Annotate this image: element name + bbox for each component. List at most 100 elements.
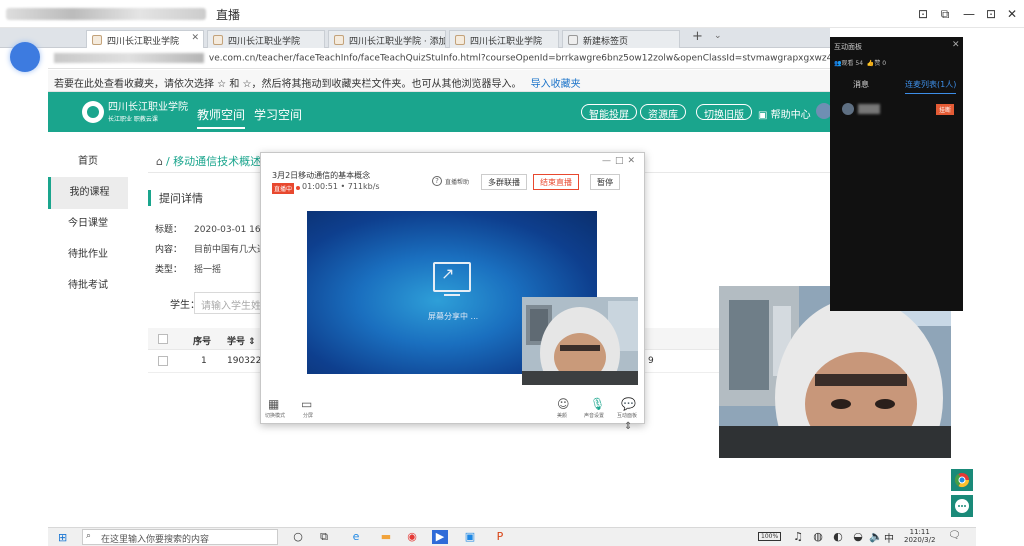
live-title: 3月2日移动通信的基本概念	[272, 171, 371, 180]
speaker-icon[interactable]: 🔈	[868, 530, 884, 544]
desktop-stage: 直播 ⊡ ⧉ — ⊡ ✕ 四川长江职业学院 ✕ 四川长江职业学院 四川长江职业学…	[0, 0, 1024, 546]
split-screen-label[interactable]: 分屏	[303, 412, 313, 419]
minimize-icon[interactable]: —	[602, 156, 615, 166]
import-favorites-link[interactable]: 导入收藏夹	[531, 79, 581, 90]
home-icon[interactable]: ⌂	[156, 155, 163, 168]
restore-window-icon[interactable]: ⧉	[936, 5, 954, 23]
windows-start-icon[interactable]: ⊞	[58, 531, 67, 544]
smart-cast-button[interactable]: 智能投屏	[581, 104, 637, 121]
recording-dot-icon	[296, 186, 300, 190]
drag-handle-icon[interactable]: ⇕	[624, 421, 632, 432]
close-icon[interactable]: ✕	[1003, 5, 1021, 23]
smile-icon[interactable]: ☺	[557, 397, 570, 411]
address-bar[interactable]: ve.com.cn/teacher/faceTeachInfo/faceTeac…	[48, 48, 830, 69]
chat-widget[interactable]	[951, 495, 973, 517]
multi-group-broadcast-button[interactable]: 多群联播	[481, 174, 527, 190]
select-all-checkbox[interactable]	[158, 334, 168, 344]
sidebar-item-my-courses[interactable]: 我的课程	[48, 177, 128, 209]
logo-line-2: 长江职业 职教云课	[108, 116, 158, 123]
battery-indicator[interactable]: 100%	[758, 532, 782, 541]
tray-icons[interactable]: ♫	[790, 530, 806, 544]
screen-share-status: 屏幕分享中 ...	[428, 312, 479, 321]
chat-icon[interactable]: 💬	[621, 397, 636, 411]
maximize-icon[interactable]: □	[615, 156, 628, 166]
tab-messages[interactable]: 消息	[853, 79, 869, 90]
volume-icon[interactable]: ◐	[830, 530, 846, 544]
avatar	[842, 103, 854, 115]
switch-old-version-button[interactable]: 切换旧版	[696, 104, 752, 121]
mic-icon[interactable]: 🎙	[590, 397, 605, 411]
help-center-link[interactable]: ▣ 帮助中心	[758, 106, 811, 121]
breadcrumb-path[interactable]: / 移动通信技术概述及	[166, 155, 272, 168]
live-app-icon[interactable]: ▶	[432, 530, 448, 544]
close-icon[interactable]: ✕	[628, 156, 640, 166]
maximize-icon[interactable]: ⊡	[982, 5, 1000, 23]
chrome-taskbar-icon[interactable]: ◉	[404, 530, 420, 544]
browser-tab[interactable]: 四川长江职业学院 · 添加到	[328, 30, 446, 48]
dialog-window-controls[interactable]: —□✕	[602, 156, 639, 166]
browser-tab[interactable]: 新建标签页	[562, 30, 680, 48]
sound-settings-label[interactable]: 声音设置	[584, 412, 604, 419]
sidebar-item-home[interactable]: 首页	[48, 146, 128, 178]
minimize-icon[interactable]: —	[960, 5, 978, 23]
tab-label: 四川长江职业学院 · 添加到	[349, 37, 446, 47]
row-checkbox[interactable]	[158, 356, 168, 366]
hang-up-button[interactable]: 挂断	[936, 104, 955, 115]
file-explorer-icon[interactable]: ▬	[378, 530, 394, 544]
live-timer: 01:00:51 • 711kb/s	[302, 182, 380, 191]
help-icon[interactable]: ?	[432, 176, 442, 186]
new-tab-button[interactable]: +	[692, 29, 703, 44]
student-search-input[interactable]: 请输入学生姓名	[194, 292, 268, 314]
nav-learning-space[interactable]: 学习空间	[254, 106, 302, 123]
interaction-panel-label[interactable]: 互动面板	[617, 412, 637, 419]
beauty-label[interactable]: 美颜	[557, 412, 567, 419]
grid-icon[interactable]: ▦	[268, 397, 279, 411]
task-view-icon[interactable]: ⧉	[316, 530, 332, 544]
browser-tab[interactable]: 四川长江职业学院	[449, 30, 559, 48]
live-help-label[interactable]: 直播帮助	[445, 177, 469, 186]
timer-value: 01:00:51	[302, 182, 338, 191]
tab-label: 四川长江职业学院	[228, 37, 301, 47]
share-arrow-icon: ↗	[441, 264, 455, 283]
sidebar-item-today-class[interactable]: 今日课堂	[48, 208, 128, 240]
sidebar-item-pending-exams[interactable]: 待批考试	[48, 270, 128, 302]
browser-tab[interactable]: 四川长江职业学院	[207, 30, 325, 48]
wifi-icon[interactable]: ◒	[850, 530, 866, 544]
panel-stats: 👥观看 54 👍赞 0	[834, 58, 886, 67]
column-header-student-id[interactable]: 学号 ⇕	[227, 334, 256, 347]
screen-icon[interactable]: ▭	[301, 397, 312, 411]
browser-shortcut-widget[interactable]	[951, 469, 973, 491]
pin-icon[interactable]: ⊡	[914, 5, 932, 23]
pause-button[interactable]: 暂停	[590, 174, 620, 190]
blurred-title-text	[6, 8, 206, 20]
network-icon[interactable]: ◍	[810, 530, 826, 544]
blank-page-icon	[568, 35, 578, 45]
notification-icon[interactable]: 🗨	[948, 530, 961, 541]
viewer-count: 观看 54	[841, 60, 864, 67]
taskbar-clock[interactable]: 11:11 2020/3/2	[904, 528, 935, 544]
browser-tab-bar: 四川长江职业学院 ✕ 四川长江职业学院 四川长江职业学院 · 添加到 四川长江职…	[0, 28, 830, 48]
end-live-button[interactable]: 结束直播	[533, 174, 579, 190]
input-method-indicator[interactable]: 中	[884, 530, 894, 545]
tab-label: 新建标签页	[583, 37, 629, 47]
taskbar-search-input[interactable]: 在这里输入你要搜索的内容	[82, 529, 278, 545]
cortana-icon[interactable]: ○	[290, 530, 306, 544]
live-status-badge: 直播中	[272, 183, 295, 194]
tab-close-icon[interactable]: ✕	[191, 33, 199, 43]
tab-mic-list[interactable]: 连麦列表(1人)	[905, 79, 957, 94]
logo-line-1: 四川长江职业学院	[108, 102, 188, 113]
nav-teacher-space[interactable]: 教师空间	[197, 106, 246, 129]
floating-assistant-icon[interactable]	[10, 42, 40, 72]
powerpoint-icon[interactable]: P	[492, 530, 508, 544]
sidebar-item-pending-homework[interactable]: 待批作业	[48, 239, 128, 271]
chat-bubble-icon	[955, 499, 969, 513]
site-favicon-icon	[213, 35, 223, 45]
tab-list-chevron-icon[interactable]: ⌄	[714, 31, 722, 41]
switch-mode-label[interactable]: 切换模式	[265, 412, 285, 419]
app-icon[interactable]: ▣	[462, 530, 478, 544]
resource-library-button[interactable]: 资源库	[640, 104, 686, 121]
edge-icon[interactable]: e	[348, 530, 364, 544]
chrome-icon	[954, 473, 970, 488]
browser-tab[interactable]: 四川长江职业学院 ✕	[86, 30, 204, 48]
close-icon[interactable]: ✕	[952, 40, 960, 50]
